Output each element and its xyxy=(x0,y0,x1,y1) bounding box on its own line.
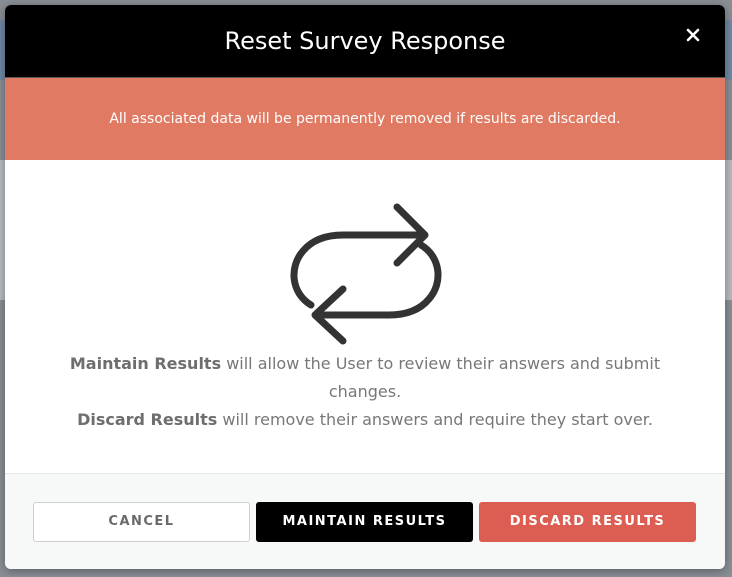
discard-text: will remove their answers and require th… xyxy=(217,410,653,429)
discard-description: Discard Results will remove their answer… xyxy=(45,406,685,434)
maintain-description: Maintain Results will allow the User to … xyxy=(45,350,685,406)
discard-term: Discard Results xyxy=(77,410,218,429)
maintain-term: Maintain Results xyxy=(69,354,222,373)
modal-title: Reset Survey Response xyxy=(224,27,506,55)
warning-text: All associated data will be permanently … xyxy=(109,111,621,127)
close-icon xyxy=(686,28,700,42)
maintain-results-button[interactable]: MAINTAIN RESULTS xyxy=(256,502,473,542)
modal-footer: CANCEL MAINTAIN RESULTS DISCARD RESULTS xyxy=(5,473,725,569)
modal-header: Reset Survey Response xyxy=(5,5,725,77)
refresh-icon xyxy=(290,203,442,345)
description: Maintain Results will allow the User to … xyxy=(45,350,685,434)
warning-banner: All associated data will be permanently … xyxy=(5,78,725,160)
close-button[interactable] xyxy=(681,23,705,47)
reset-survey-modal: Reset Survey Response All associated dat… xyxy=(5,5,725,569)
discard-results-button[interactable]: DISCARD RESULTS xyxy=(479,502,696,542)
cancel-button[interactable]: CANCEL xyxy=(33,502,250,542)
maintain-text: will allow the User to review their answ… xyxy=(221,354,661,401)
